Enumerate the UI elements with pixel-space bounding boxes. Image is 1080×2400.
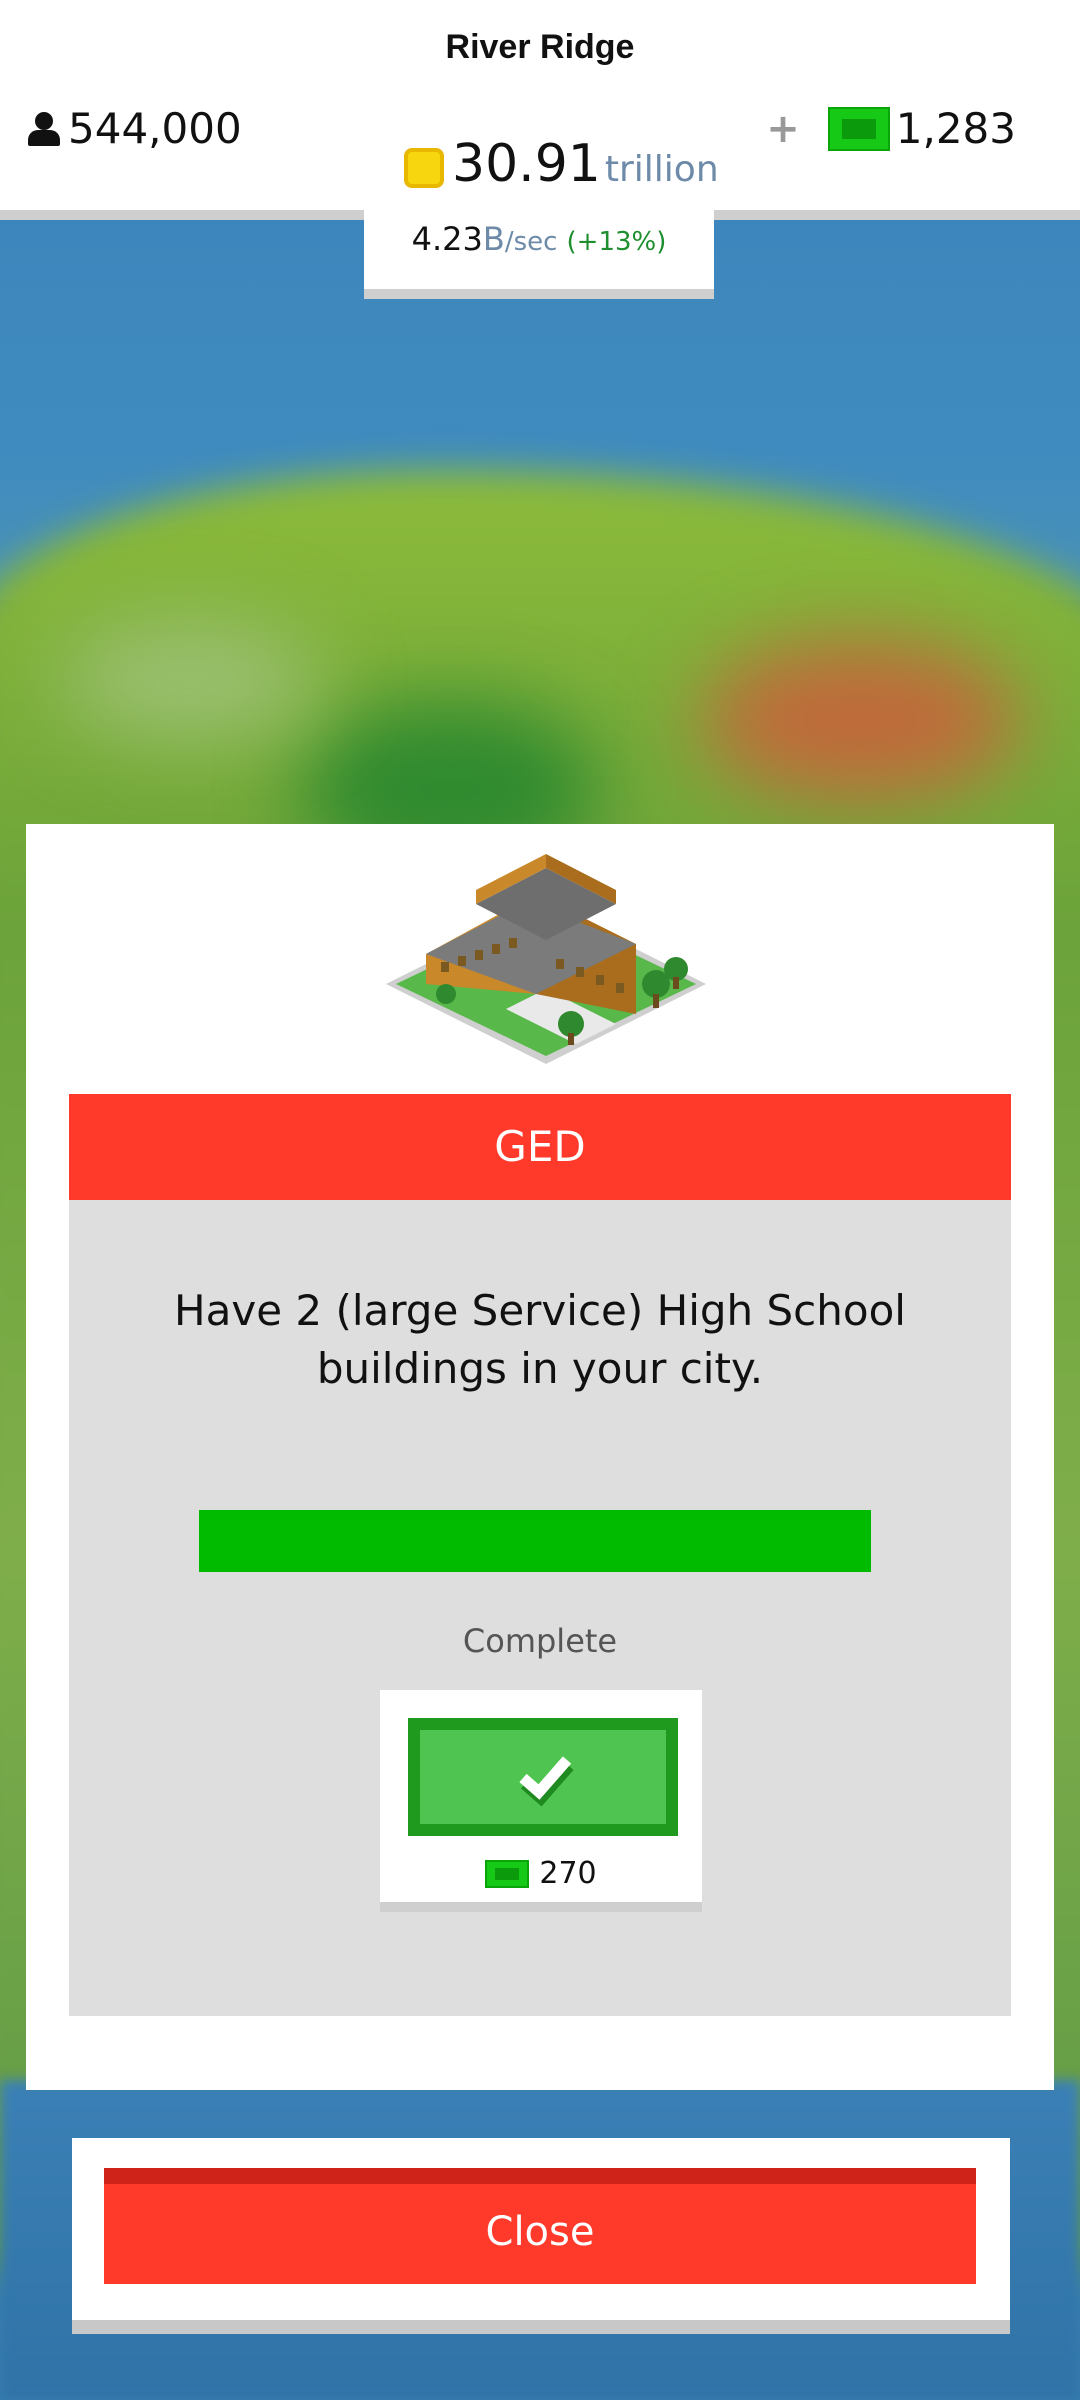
goal-dialog: GED Have 2 (large Service) High School b… bbox=[26, 824, 1054, 2090]
reward-amount: 270 bbox=[539, 1856, 597, 1891]
coins-row: 30.91 trillion bbox=[404, 134, 719, 194]
coins-value: 30.91 bbox=[452, 134, 601, 194]
cash-bill-icon bbox=[485, 1859, 530, 1888]
city-name: River Ridge bbox=[445, 28, 635, 66]
cash-display[interactable]: + 1,283 bbox=[766, 104, 1016, 153]
rate-per: /sec bbox=[504, 227, 558, 257]
coins-unit: trillion bbox=[604, 149, 719, 190]
building-blob bbox=[700, 640, 1020, 800]
person-icon bbox=[26, 111, 62, 146]
reward-card[interactable]: 270 bbox=[380, 1690, 702, 1912]
population-value: 544,000 bbox=[68, 104, 242, 153]
cash-bill-icon bbox=[827, 106, 890, 151]
field-blob bbox=[60, 620, 320, 740]
goal-description: Have 2 (large Service) High School build… bbox=[174, 1286, 906, 1393]
population-display: 544,000 bbox=[26, 104, 242, 153]
rate-value: 4.23 bbox=[411, 220, 483, 258]
coin-icon bbox=[404, 148, 444, 188]
income-rate: 4.23B/sec (+13%) bbox=[364, 220, 714, 258]
rate-unit: B bbox=[482, 220, 505, 258]
goal-progress-bar bbox=[199, 1510, 871, 1572]
goal-content: Have 2 (large Service) High School build… bbox=[69, 1200, 1011, 2016]
goal-status: Complete bbox=[462, 1622, 618, 1660]
close-button[interactable]: Close bbox=[104, 2168, 976, 2284]
claim-reward-button[interactable] bbox=[408, 1718, 678, 1836]
cash-value: 1,283 bbox=[895, 104, 1016, 153]
coins-panel: 30.91 trillion 4.23B/sec (+13%) bbox=[364, 124, 719, 299]
add-cash-button[interactable]: + bbox=[766, 106, 800, 152]
reward-amount-row: 270 bbox=[380, 1856, 702, 1891]
rate-percent: (+13%) bbox=[566, 227, 667, 257]
goal-title: GED bbox=[69, 1094, 1011, 1200]
high-school-building-icon bbox=[386, 854, 706, 1064]
close-panel: Close bbox=[72, 2138, 1010, 2334]
checkmark-icon bbox=[519, 1756, 574, 1807]
goal-progress-fill bbox=[199, 1510, 871, 1572]
